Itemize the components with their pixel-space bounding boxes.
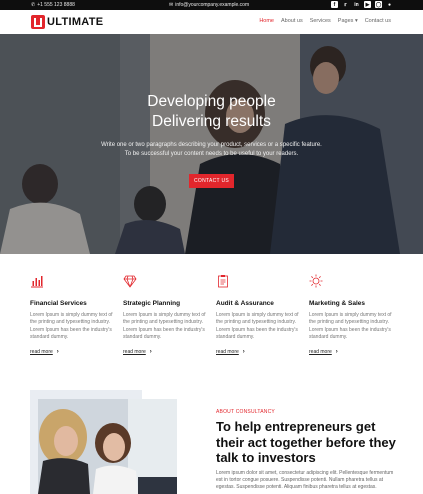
nav-item-contact[interactable]: Contact us <box>365 18 391 24</box>
email-contact[interactable]: ✉ info@yourcompany.example.com <box>169 2 249 8</box>
about-eyebrow: ABOUT CONSULTANCY <box>216 409 275 415</box>
read-more-label: read more <box>123 349 146 356</box>
hero-subtitle-line-1: Write one or two paragraphs describing y… <box>101 142 322 148</box>
service-description: Lorem Ipsum is simply dummy text of the … <box>309 312 392 340</box>
service-card: Marketing & Sales Lorem Ipsum is simply … <box>309 274 392 355</box>
service-description: Lorem Ipsum is simply dummy text of the … <box>123 312 206 340</box>
mail-icon: ✉ <box>169 2 174 8</box>
logo-mark-icon <box>31 15 45 29</box>
service-title: Financial Services <box>30 300 87 307</box>
clipboard-icon <box>218 275 228 288</box>
logo[interactable]: ULTIMATE <box>31 15 103 29</box>
service-description: Lorem Ipsum is simply dummy text of the … <box>216 312 299 340</box>
read-more-link[interactable]: read more › <box>123 349 206 355</box>
nav-item-pages[interactable]: Pages ▾ <box>338 18 358 24</box>
instagram-icon[interactable]: ◯ <box>375 1 382 8</box>
phone-contact[interactable]: ✆ +1 555 123 8888 <box>31 2 75 8</box>
hero-section: Developing people Delivering results Wri… <box>0 34 423 254</box>
hero-title-line-2: Delivering results <box>152 113 271 130</box>
service-title: Marketing & Sales <box>309 300 365 307</box>
phone-number: +1 555 123 8888 <box>37 2 75 8</box>
brand-name: ULTIMATE <box>47 16 104 28</box>
chevron-right-icon: › <box>149 349 152 356</box>
social-links: f 𝕣 in ▶ ◯ ● <box>331 1 393 8</box>
hero-title: Developing people Delivering results <box>0 92 423 132</box>
nav-item-home[interactable]: Home <box>259 18 274 24</box>
nav-item-services[interactable]: Services <box>310 18 331 24</box>
services-section: Financial Services Lorem Ipsum is simply… <box>0 254 423 390</box>
chevron-right-icon: › <box>56 349 59 356</box>
contact-us-button[interactable]: CONTACT US <box>189 174 234 188</box>
chevron-right-icon: › <box>335 349 338 356</box>
phone-icon: ✆ <box>31 2 36 8</box>
about-paragraph: Lorem ipsum dolor sit amet, consectetur … <box>216 470 394 490</box>
read-more-link[interactable]: read more › <box>30 349 113 355</box>
chevron-down-icon: ▾ <box>354 18 358 24</box>
youtube-icon[interactable]: ▶ <box>364 1 371 8</box>
about-photo <box>38 399 177 494</box>
hero-title-line-1: Developing people <box>147 93 276 110</box>
service-card: Financial Services Lorem Ipsum is simply… <box>30 274 113 355</box>
service-description: Lorem Ipsum is simply dummy text of the … <box>30 312 113 340</box>
linkedin-icon[interactable]: in <box>353 1 360 8</box>
nav-item-about[interactable]: About us <box>281 18 303 24</box>
read-more-link[interactable]: read more › <box>309 349 392 355</box>
read-more-label: read more <box>309 349 332 356</box>
github-icon[interactable]: ● <box>386 1 393 8</box>
read-more-link[interactable]: read more › <box>216 349 299 355</box>
hero-subtitle-line-2: To be successful your content needs to b… <box>124 151 299 157</box>
read-more-label: read more <box>30 349 53 356</box>
nav-item-pages-label: Pages <box>337 18 354 24</box>
service-card: Audit & Assurance Lorem Ipsum is simply … <box>216 274 299 355</box>
about-photo-image <box>38 399 177 494</box>
hero-subtitle: Write one or two paragraphs describing y… <box>0 141 423 159</box>
email-address: info@yourcompany.example.com <box>175 2 250 8</box>
read-more-label: read more <box>216 349 239 356</box>
diamond-icon <box>123 275 137 288</box>
about-heading: To help entrepreneurs get their act toge… <box>216 419 396 465</box>
main-navbar: ULTIMATE Home About us Services Pages ▾ … <box>0 10 423 34</box>
nav-menu: Home About us Services Pages ▾ Contact u… <box>259 18 391 24</box>
service-title: Strategic Planning <box>123 300 181 307</box>
top-bar: ✆ +1 555 123 8888 ✉ info@yourcompany.exa… <box>0 0 423 10</box>
chevron-right-icon: › <box>242 349 245 356</box>
twitter-icon[interactable]: 𝕣 <box>342 1 349 8</box>
about-section: ABOUT CONSULTANCY To help entrepreneurs … <box>0 390 423 494</box>
service-title: Audit & Assurance <box>216 300 274 307</box>
service-card: Strategic Planning Lorem Ipsum is simply… <box>123 274 206 355</box>
facebook-icon[interactable]: f <box>331 1 338 8</box>
chart-icon <box>31 276 43 288</box>
sun-icon <box>309 274 323 288</box>
